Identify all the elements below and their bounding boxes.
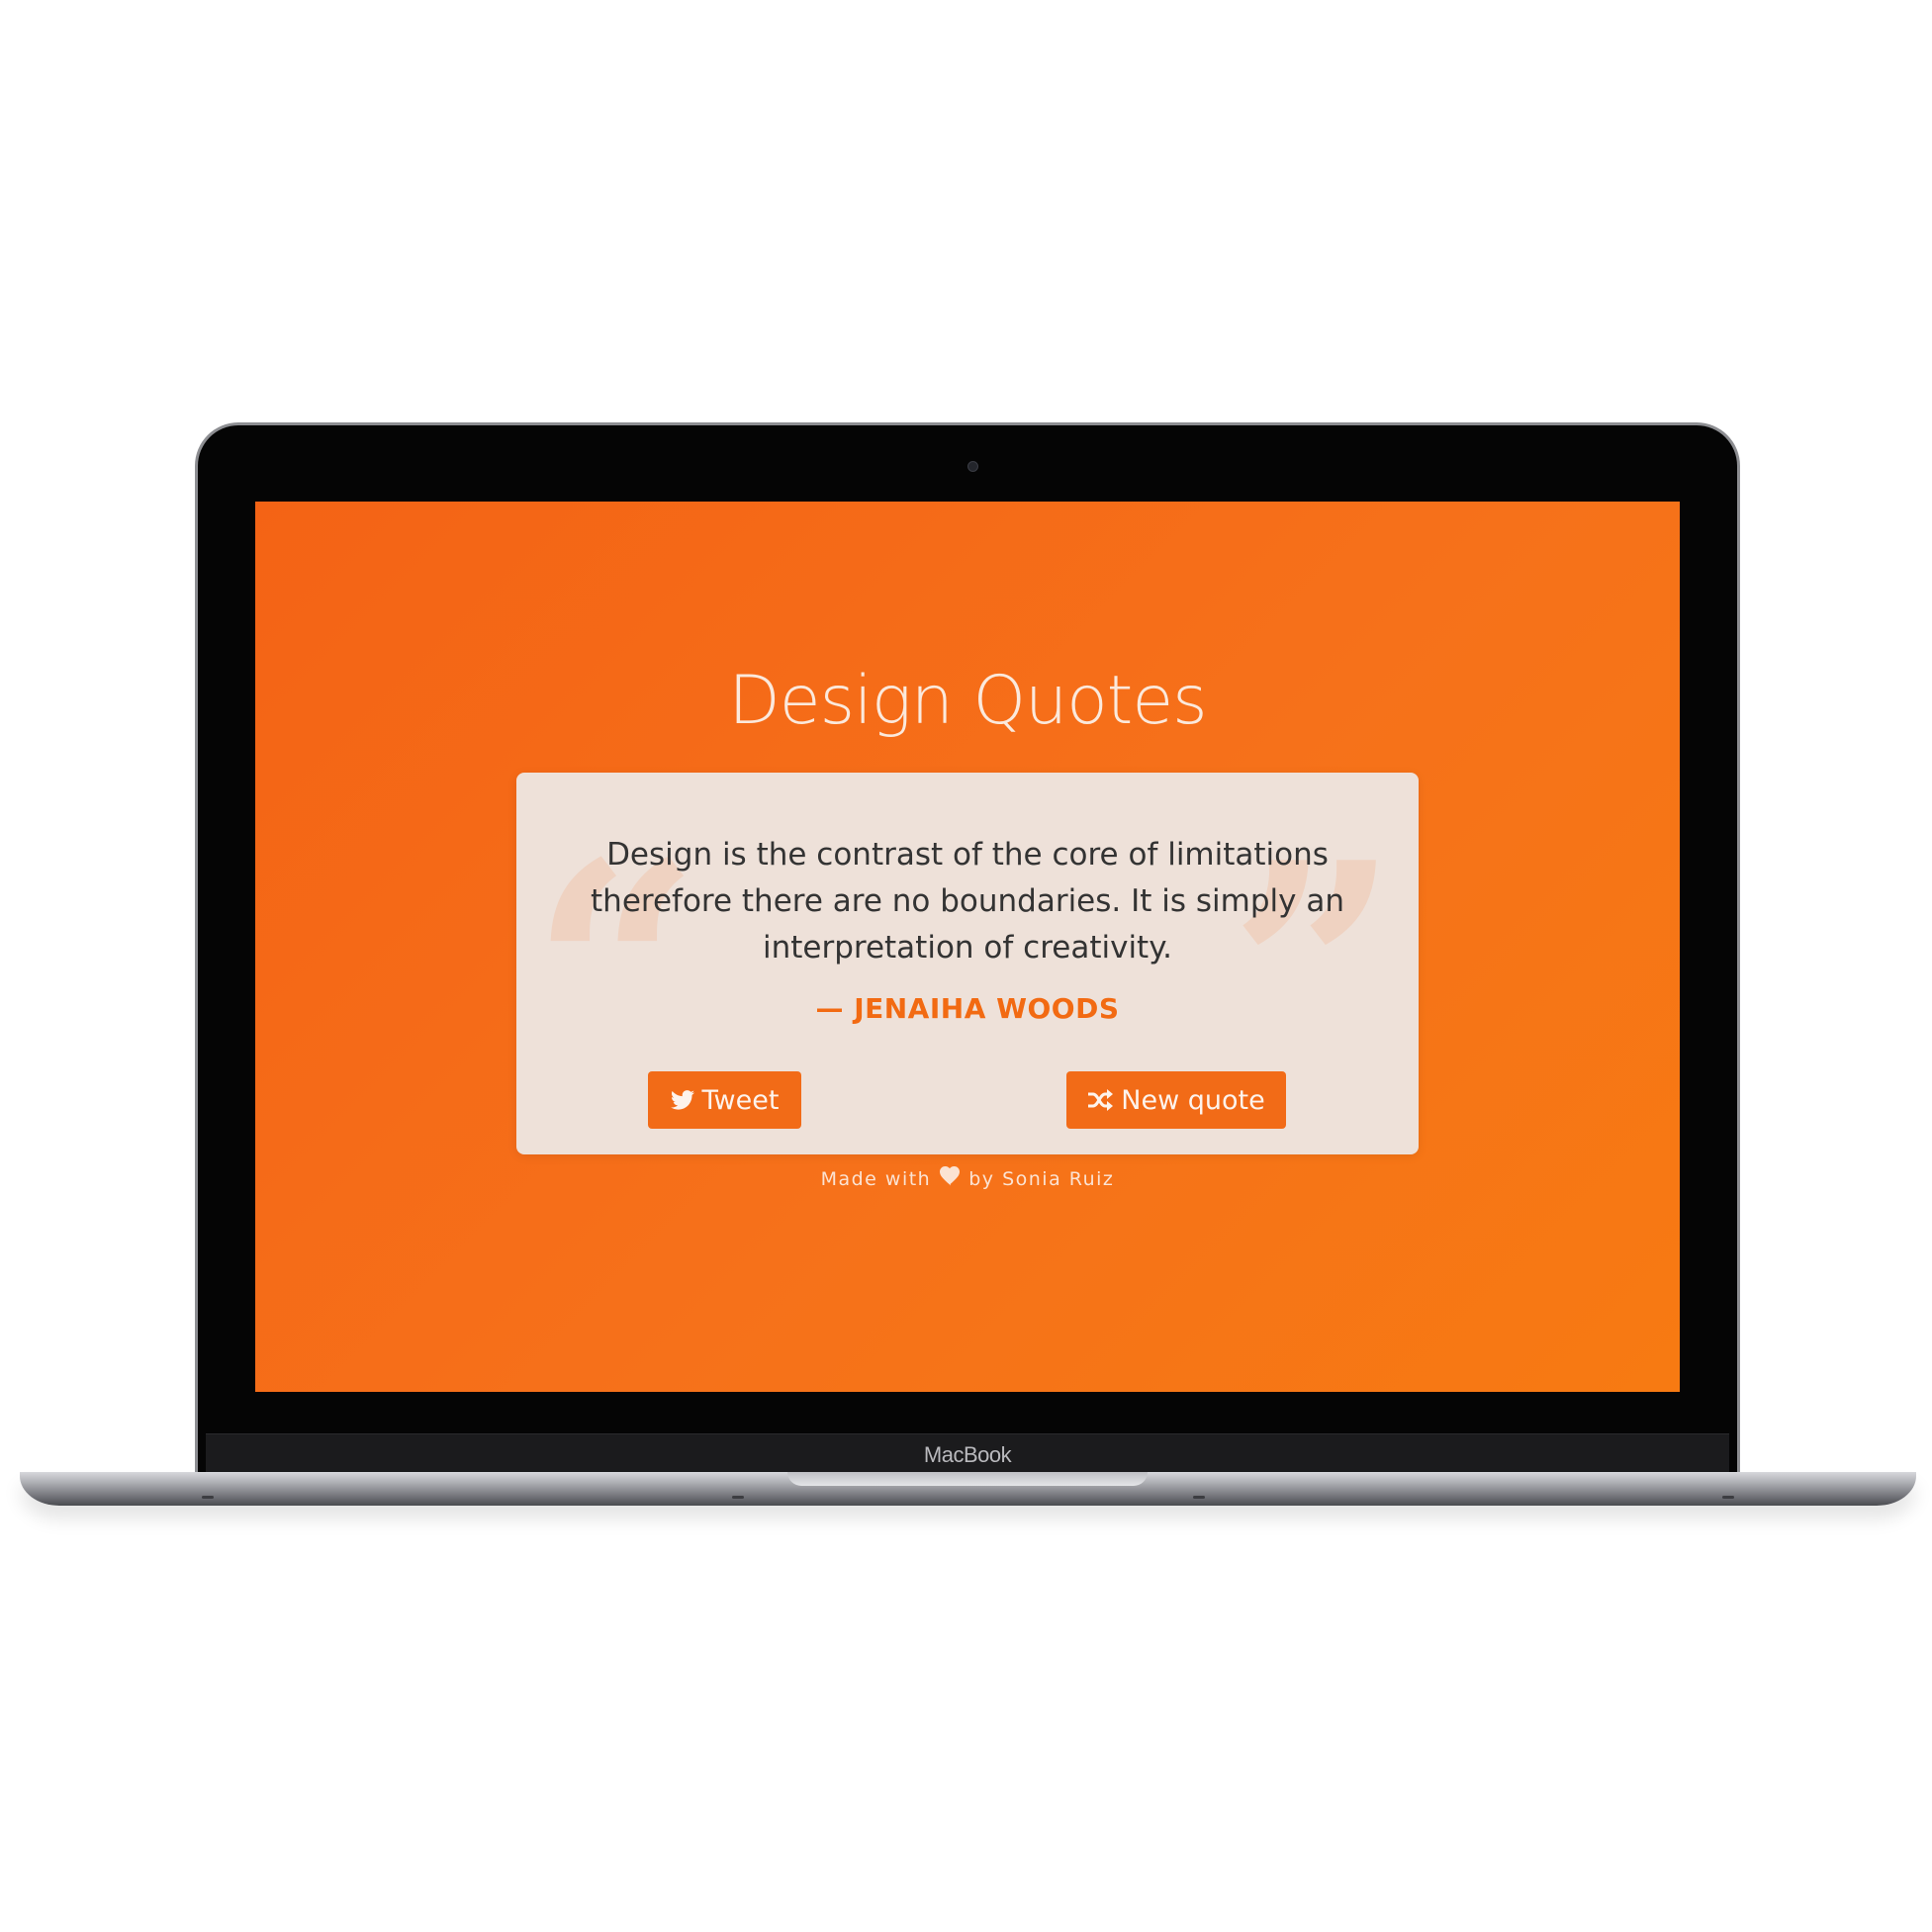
new-quote-button-label: New quote (1121, 1084, 1265, 1116)
laptop-foot (1722, 1496, 1734, 1499)
laptop-foot (1193, 1496, 1205, 1499)
quote-text: Design is the contrast of the core of li… (591, 837, 1344, 966)
footer-credit: Made with by Sonia Ruiz (255, 1166, 1680, 1191)
tweet-button[interactable]: Tweet (648, 1071, 801, 1129)
device-brand-label: MacBook (923, 1442, 1012, 1467)
product-mockup: MacBook Design Quotes “ ” Design is the … (0, 0, 1932, 1932)
tweet-button-label: Tweet (701, 1084, 780, 1116)
shuffle-icon (1087, 1089, 1114, 1111)
heart-icon (939, 1166, 961, 1191)
new-quote-button[interactable]: New quote (1066, 1071, 1286, 1129)
footer-prefix: Made with (820, 1167, 932, 1190)
laptop-base (20, 1472, 1916, 1506)
laptop-foot (202, 1496, 214, 1499)
twitter-icon (670, 1090, 694, 1110)
footer-suffix: by Sonia Ruiz (968, 1167, 1115, 1190)
camera-icon (967, 461, 978, 472)
app-screen: Design Quotes “ ” Design is the contrast… (255, 502, 1680, 1392)
page-title: Design Quotes (728, 662, 1207, 740)
laptop-foot (732, 1496, 744, 1499)
quote-card: “ ” Design is the contrast of the core o… (516, 773, 1419, 1154)
laptop-chin: MacBook (206, 1433, 1729, 1476)
lid-opening-notch (787, 1472, 1148, 1486)
quote-author: — JENAIHA WOODS (815, 992, 1120, 1025)
